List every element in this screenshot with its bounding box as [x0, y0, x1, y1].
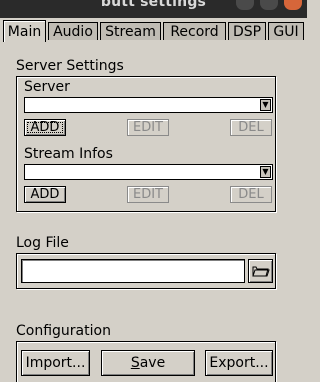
- save-button-text-post: ave: [139, 355, 166, 371]
- server-dropdown[interactable]: ▼: [24, 97, 273, 113]
- folder-open-icon: [252, 266, 270, 277]
- close-icon[interactable]: [284, 0, 302, 10]
- tab-record[interactable]: Record: [163, 22, 226, 40]
- minimize-icon[interactable]: [236, 0, 254, 10]
- server-del-button[interactable]: DEL: [230, 119, 272, 136]
- tab-gui[interactable]: GUI: [268, 22, 304, 40]
- tab-audio[interactable]: Audio: [48, 22, 98, 40]
- log-file-browse-button[interactable]: [248, 259, 273, 283]
- import-button[interactable]: Import...: [21, 350, 90, 376]
- tab-stream[interactable]: Stream: [100, 22, 161, 40]
- stream-infos-edit-button[interactable]: EDIT: [127, 186, 169, 203]
- log-file-input[interactable]: [21, 259, 245, 283]
- save-button[interactable]: Save: [101, 350, 195, 376]
- log-file-label: Log File: [16, 235, 69, 251]
- server-add-button[interactable]: ADD: [24, 119, 66, 136]
- tab-main[interactable]: Main: [3, 20, 46, 42]
- stream-infos-del-button[interactable]: DEL: [230, 186, 272, 203]
- maximize-icon[interactable]: [260, 0, 278, 10]
- tab-bar: Main Audio Stream Record DSP GUI: [0, 20, 307, 42]
- server-label: Server: [24, 79, 70, 95]
- stream-infos-add-button[interactable]: ADD: [24, 186, 66, 203]
- title-bar: butt settings: [0, 0, 307, 18]
- stream-infos-label: Stream Infos: [24, 146, 113, 162]
- server-settings-heading: Server Settings: [16, 58, 124, 74]
- chevron-down-icon[interactable]: ▼: [260, 166, 271, 178]
- tab-dsp[interactable]: DSP: [228, 22, 266, 40]
- stream-infos-dropdown[interactable]: ▼: [24, 164, 273, 180]
- save-button-mnemonic: S: [130, 355, 140, 371]
- configuration-label: Configuration: [16, 323, 111, 339]
- export-button[interactable]: Export...: [205, 350, 273, 376]
- server-edit-button[interactable]: EDIT: [127, 119, 169, 136]
- chevron-down-icon[interactable]: ▼: [260, 99, 271, 111]
